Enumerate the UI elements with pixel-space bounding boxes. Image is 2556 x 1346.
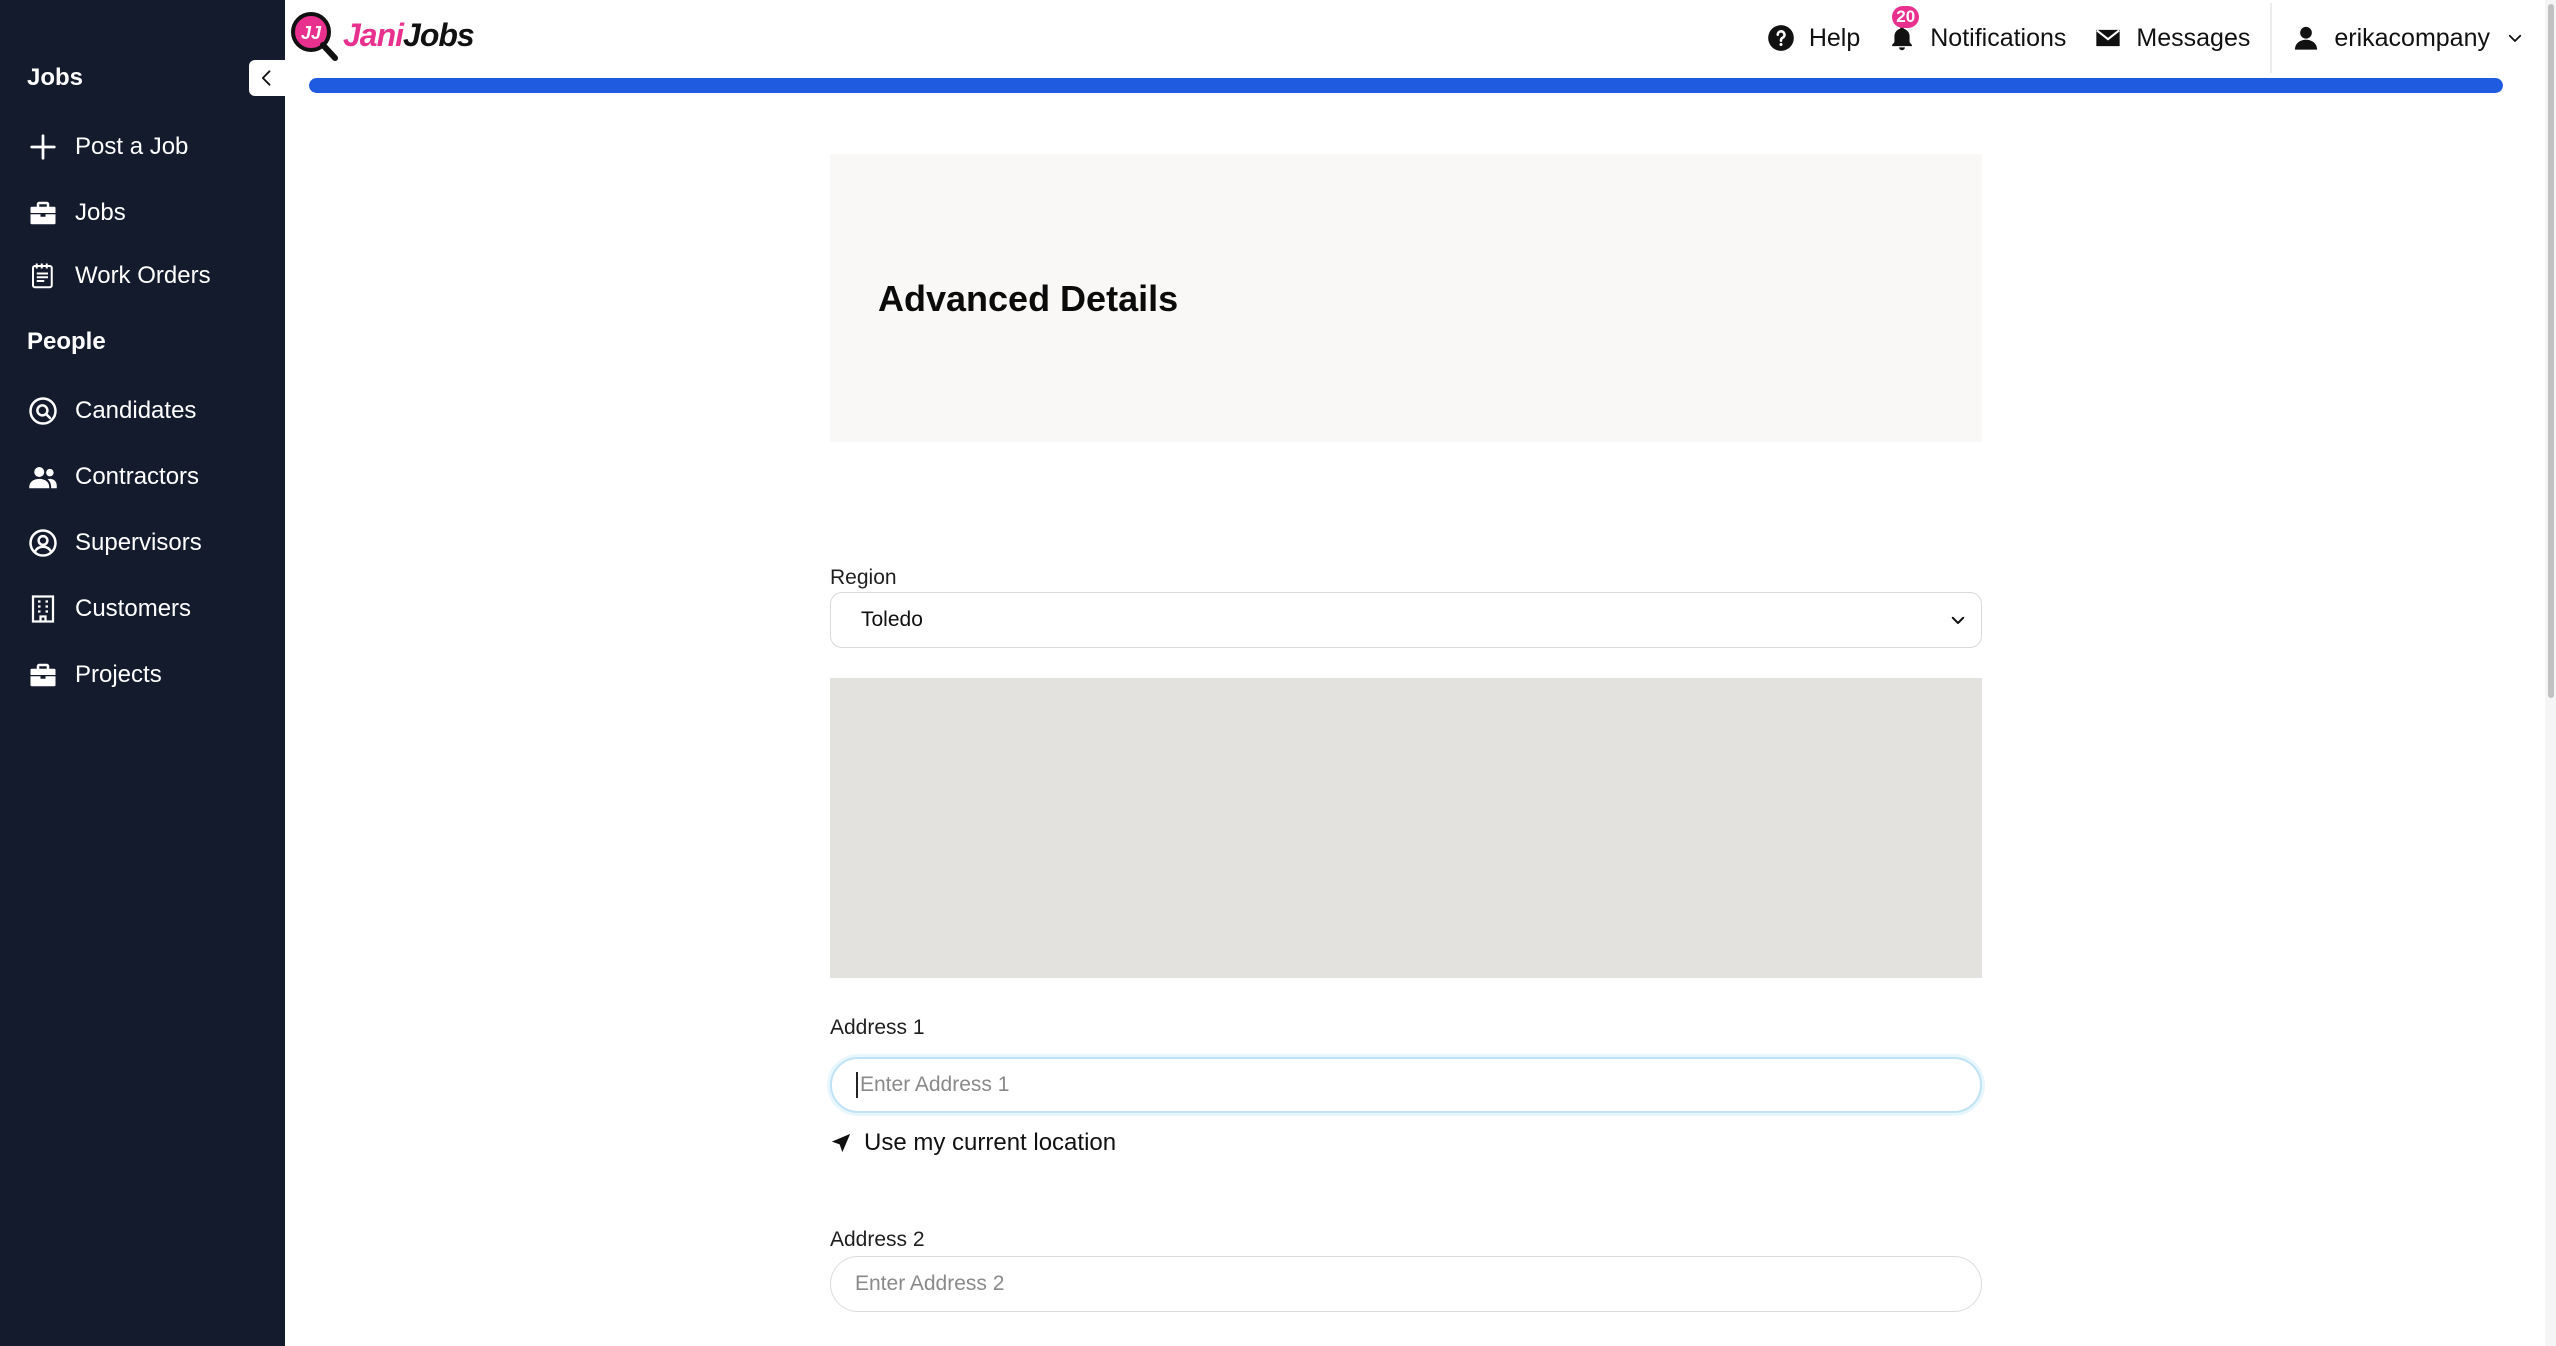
- envelope-icon: [2096, 29, 2121, 47]
- region-label: Region: [830, 566, 897, 589]
- user-icon: [2295, 26, 2318, 50]
- sidebar-collapse-button[interactable]: [249, 60, 285, 96]
- logo[interactable]: JJ JaniJobs: [289, 10, 475, 66]
- region-select[interactable]: Toledo: [830, 592, 1982, 648]
- sidebar-section-jobs: Jobs: [27, 64, 84, 91]
- user-circle-icon: [28, 523, 68, 563]
- plus-icon: [28, 127, 68, 167]
- chevron-down-icon: [2508, 34, 2522, 42]
- address1-label: Address 1: [830, 1016, 925, 1039]
- notification-count-badge: 20: [1892, 5, 1920, 28]
- briefcase-icon: [28, 655, 68, 695]
- sidebar-item-label: Supervisors: [75, 529, 202, 556]
- address2-placeholder: Enter Address 2: [855, 1272, 1005, 1295]
- location-arrow-icon: [831, 1133, 851, 1153]
- section-header-card: Advanced Details: [830, 154, 1982, 442]
- user-menu[interactable]: erikacompany: [2292, 24, 2524, 53]
- messages-label: Messages: [2136, 23, 2251, 52]
- notifications-label: Notifications: [1930, 23, 2067, 52]
- logo-mark-text: JJ: [301, 23, 322, 43]
- sidebar-item-label: Jobs: [75, 199, 126, 226]
- use-current-location-button[interactable]: Use my current location: [830, 1126, 1116, 1160]
- sidebar-item-projects[interactable]: Projects: [28, 650, 162, 700]
- sidebar-item-post-a-job[interactable]: Post a Job: [28, 122, 188, 172]
- sidebar-item-label: Work Orders: [75, 262, 211, 289]
- logo-text: JaniJobs: [343, 16, 475, 54]
- chevron-left-icon: [261, 70, 271, 86]
- sidebar-item-work-orders[interactable]: Work Orders: [28, 251, 211, 301]
- sidebar-item-label: Contractors: [75, 463, 200, 490]
- building-icon: [28, 589, 68, 629]
- bell-icon: [1892, 26, 1913, 51]
- sidebar-item-contractors[interactable]: Contractors: [28, 452, 199, 502]
- username: erikacompany: [2334, 23, 2490, 52]
- magnifier-circle-icon: [28, 391, 68, 431]
- use-current-location-label: Use my current location: [864, 1129, 1117, 1156]
- messages-link[interactable]: Messages: [2094, 24, 2250, 53]
- sidebar-item-candidates[interactable]: Candidates: [28, 386, 196, 436]
- notifications-link[interactable]: 20 Notifications: [1888, 5, 2067, 53]
- logo-text-jobs: Jobs: [403, 16, 475, 53]
- page-title: Advanced Details: [878, 278, 1179, 319]
- scrollbar-thumb[interactable]: [2548, 4, 2554, 698]
- nav-divider: [2270, 3, 2273, 73]
- address1-placeholder: Enter Address 1: [860, 1073, 1010, 1096]
- sidebar-section-people: People: [27, 328, 106, 355]
- sidebar-item-jobs[interactable]: Jobs: [28, 188, 126, 238]
- help-label: Help: [1808, 23, 1861, 52]
- logo-text-jani: Jani: [343, 16, 404, 53]
- help-link[interactable]: Help: [1767, 24, 1860, 53]
- region-selected-value: Toledo: [861, 608, 923, 631]
- sidebar: Jobs Post a Job Jobs Work Orders People …: [0, 0, 285, 1346]
- top-navigation-bar: JJ JaniJobs Help 20 Notifications Messag…: [285, 0, 2556, 76]
- sidebar-item-label: Customers: [75, 595, 192, 622]
- map-placeholder[interactable]: [830, 678, 1982, 978]
- briefcase-icon: [28, 193, 68, 233]
- sidebar-item-label: Post a Job: [75, 133, 189, 160]
- help-icon: [1767, 25, 1794, 51]
- top-nav-links: Help 20 Notifications Messages erikacomp…: [1767, 0, 2556, 76]
- sidebar-item-label: Candidates: [75, 397, 197, 424]
- notepad-icon: [28, 256, 68, 296]
- sidebar-item-customers[interactable]: Customers: [28, 584, 191, 634]
- form-progress-bar: [309, 78, 2503, 93]
- chevron-down-icon: [1951, 616, 1965, 624]
- text-cursor: [856, 1072, 858, 1098]
- address1-input[interactable]: Enter Address 1: [830, 1057, 1982, 1113]
- form-progress-fill: [309, 78, 2503, 93]
- people-icon: [28, 457, 68, 497]
- sidebar-item-supervisors[interactable]: Supervisors: [28, 518, 202, 568]
- address2-label: Address 2: [830, 1228, 925, 1251]
- magnifier-logo-icon: JJ: [289, 10, 339, 66]
- sidebar-item-label: Projects: [75, 661, 162, 688]
- address2-input[interactable]: Enter Address 2: [830, 1256, 1982, 1312]
